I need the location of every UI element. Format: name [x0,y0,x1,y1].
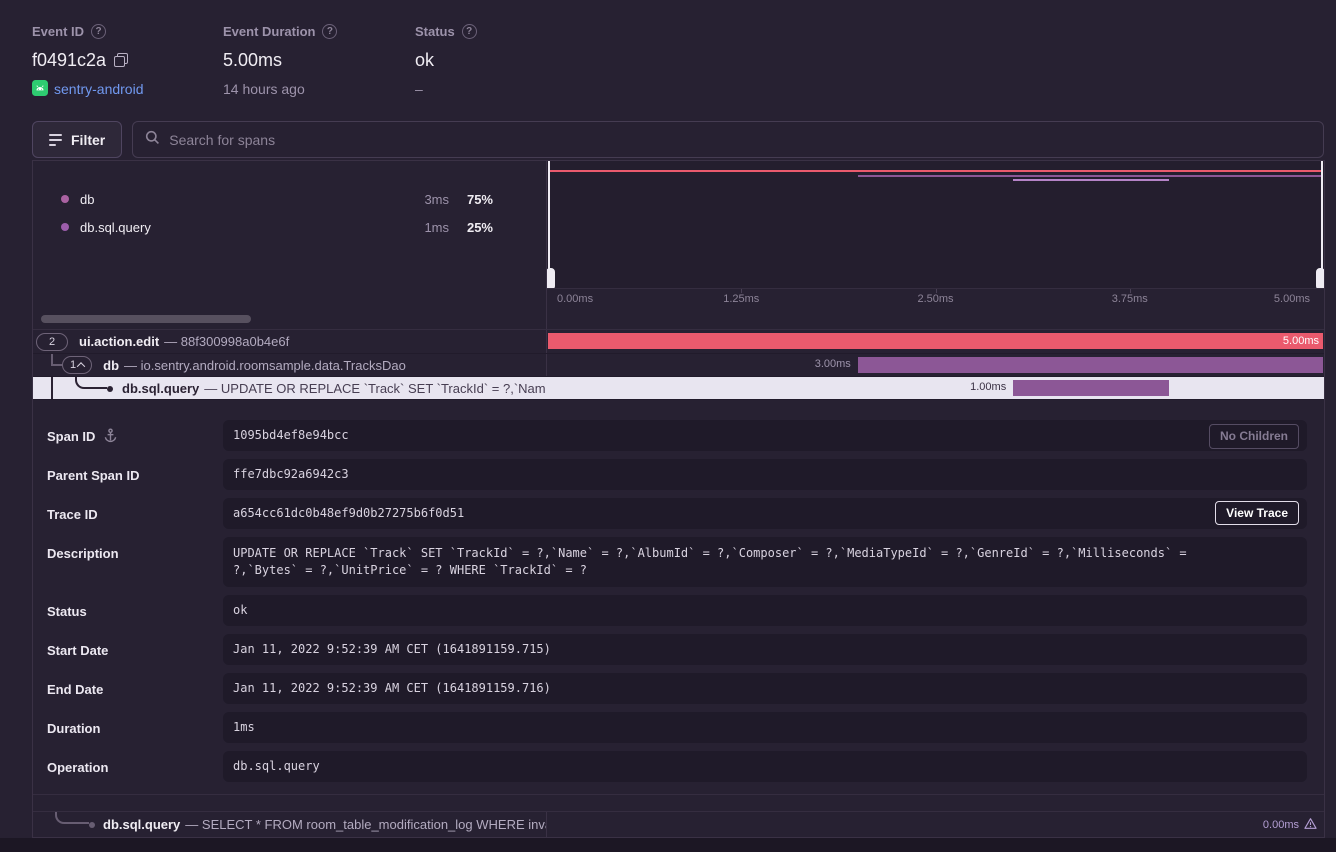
parent-span-id-value: ffe7dbc92a6942c3 [223,459,1307,490]
no-children-badge: No Children [1209,424,1299,449]
chevron-up-icon [77,362,85,370]
span-detail-panel: Span ID 1095bd4ef8e94bcc No Children Par… [33,400,1324,795]
op-name: db [80,192,397,207]
span-tree: 2 ui.action.edit — 88f300998a0b4e6f 5.00… [33,330,1324,400]
span-duration: 3.00ms [815,358,851,370]
time-axis: 0.00ms 1.25ms 2.50ms 3.75ms 5.00ms [547,288,1324,310]
op-percentage: 25% [449,220,493,235]
span-row-db[interactable]: 1 db — io.sentry.android.roomsample.data… [33,353,1324,376]
axis-tick: 5.00ms [1274,293,1310,305]
help-icon[interactable]: ? [322,24,337,39]
trace-id-label: Trace ID [47,506,98,522]
op-percentage: 75% [449,192,493,207]
event-id-label: Event ID [32,24,84,39]
span-id-value: 1095bd4ef8e94bcc No Children [223,420,1307,451]
ops-breakdown-row-db[interactable]: db 3ms 75% [33,185,546,213]
children-count-pill-expanded[interactable]: 1 [62,356,92,374]
minimap-span-db [858,175,1321,177]
project-link[interactable]: sentry-android [54,81,144,97]
start-date-label: Start Date [47,642,108,658]
minimap-span-ui-action-edit [549,170,1322,172]
operation-label: Operation [47,759,108,775]
event-duration-value: 5.00ms [223,50,282,71]
op-color-dot [61,195,69,203]
span-op: db.sql.query [122,381,199,396]
status-row-value: ok [223,595,1307,626]
event-id-label-row: Event ID ? [32,22,223,40]
span-desc: — io.sentry.android.roomsample.data.Trac… [124,358,406,373]
status-value: ok [415,50,434,71]
axis-tick: 2.50ms [917,293,953,305]
ops-breakdown: db 3ms 75% db.sql.query 1ms 25% [33,161,547,310]
span-row-db-sql-query-select[interactable]: db.sql.query — SELECT * FROM room_table_… [33,811,1324,837]
op-duration: 3ms [397,192,449,207]
span-duration: 0.00ms [1263,819,1299,831]
axis-tick: 3.75ms [1112,293,1148,305]
span-bar [858,357,1323,373]
span-desc: — UPDATE OR REPLACE `Track` SET `TrackId… [204,381,547,396]
search-icon [145,130,160,150]
axis-tick: 0.00ms [557,293,593,305]
span-bar [1013,380,1168,396]
span-op: db.sql.query [103,817,180,832]
help-icon[interactable]: ? [91,24,106,39]
end-date-value: Jan 11, 2022 9:52:39 AM CET (1641891159.… [223,673,1307,704]
filter-button-label: Filter [71,132,105,148]
trace-panel: db 3ms 75% db.sql.query 1ms 25% 0.00m [32,160,1325,838]
search-input[interactable] [169,132,1311,148]
ops-breakdown-row-db-sql-query[interactable]: db.sql.query 1ms 25% [33,213,546,241]
axis-tick: 1.25ms [723,293,759,305]
status-row-label: Status [47,603,87,619]
filter-icon [49,134,62,146]
end-date-label: End Date [47,681,103,697]
span-row-db-sql-query-selected[interactable]: db.sql.query — UPDATE OR REPLACE `Track`… [33,376,1324,399]
span-id-label: Span ID [47,428,95,444]
minimap-left-handle[interactable] [547,161,556,288]
view-trace-button[interactable]: View Trace [1215,501,1299,525]
status-sub: – [415,81,423,97]
anchor-icon[interactable] [103,428,118,443]
tree-horizontal-scrollbar [33,310,547,329]
op-duration: 1ms [397,220,449,235]
span-bar: 5.00ms [548,333,1323,349]
span-op: ui.action.edit [79,334,159,349]
op-color-dot [61,223,69,231]
children-count-pill[interactable]: 2 [36,333,68,351]
scrollbar-thumb[interactable] [41,315,251,323]
span-duration: 1.00ms [970,381,1006,393]
toolbar: Filter [32,121,1324,158]
operation-value: db.sql.query [223,751,1307,782]
span-duration: 5.00ms [1283,335,1323,347]
span-desc: — 88f300998a0b4e6f [164,334,289,349]
trace-id-value: a654cc61dc0b48ef9d0b27275b6f0d51 View Tr… [223,498,1307,529]
span-op: db [103,358,119,373]
event-id-value: f0491c2a [32,50,106,71]
span-desc: — SELECT * FROM room_table_modification_… [185,817,547,832]
copy-icon[interactable] [114,53,128,67]
description-label: Description [47,545,119,561]
start-date-value: Jan 11, 2022 9:52:39 AM CET (1641891159.… [223,634,1307,665]
search-box[interactable] [132,121,1324,158]
minimap-right-handle[interactable] [1315,161,1324,288]
parent-span-id-label: Parent Span ID [47,467,139,483]
minimap-span-db-sql-query [1013,179,1168,181]
page-bottom-strip [0,838,1336,852]
filter-button[interactable]: Filter [32,121,122,158]
span-row-ui-action-edit[interactable]: 2 ui.action.edit — 88f300998a0b4e6f 5.00… [33,330,1324,353]
description-value: UPDATE OR REPLACE `Track` SET `TrackId` … [223,537,1307,587]
trace-minimap[interactable] [547,161,1324,288]
duration-row-value: 1ms [223,712,1307,743]
duration-row-label: Duration [47,720,100,736]
event-duration-label: Event Duration [223,24,315,39]
android-icon [32,80,48,99]
help-icon[interactable]: ? [462,24,477,39]
warning-icon [1304,817,1317,833]
op-name: db.sql.query [80,220,397,235]
status-label: Status [415,24,455,39]
event-time-ago: 14 hours ago [223,81,305,97]
event-header: Event ID ? f0491c2a sentry-android Event… [32,22,477,98]
